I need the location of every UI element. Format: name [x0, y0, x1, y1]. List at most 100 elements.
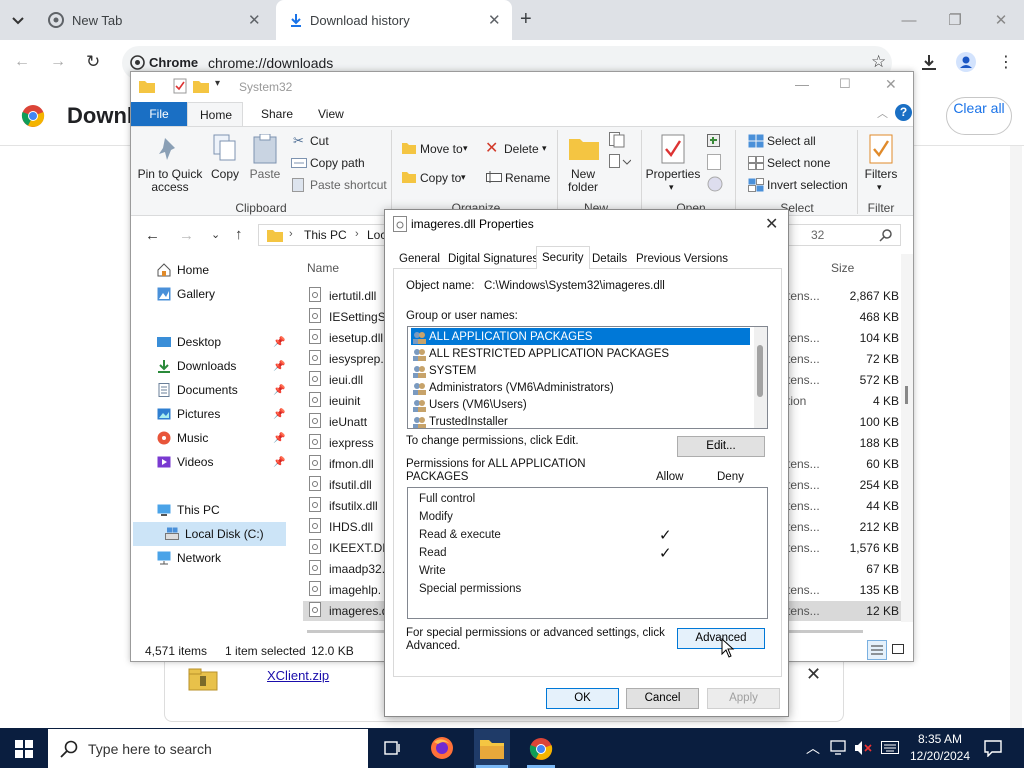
nav-item-local-disk[interactable]: Local Disk (C:): [165, 527, 264, 541]
file-list-scrollbar[interactable]: [901, 254, 913, 622]
nav-item-desktop[interactable]: Desktop: [157, 335, 221, 349]
nav-item-downloads[interactable]: Downloads: [157, 359, 236, 373]
copy-button[interactable]: Copy: [205, 168, 245, 181]
paste-shortcut-button[interactable]: Paste shortcut: [310, 178, 387, 192]
pin-icon[interactable]: 📌: [273, 457, 285, 468]
nav-item-network[interactable]: Network: [157, 551, 221, 565]
nav-item-videos[interactable]: Videos: [157, 455, 213, 469]
open-icon[interactable]: [707, 132, 729, 148]
invert-selection-button[interactable]: Invert selection: [767, 178, 848, 192]
close-tab-icon[interactable]: ✕: [488, 11, 501, 29]
network-status-icon[interactable]: [830, 740, 848, 756]
dialog-close-icon[interactable]: ✕: [765, 214, 778, 234]
task-view-icon[interactable]: [382, 739, 402, 757]
list-item[interactable]: ALL RESTRICTED APPLICATION PACKAGES: [412, 345, 669, 362]
new-folder-quick-icon[interactable]: [193, 79, 209, 93]
edit-icon[interactable]: [707, 154, 721, 170]
explorer-maximize-icon[interactable]: ☐: [839, 76, 851, 92]
copy-path-button[interactable]: Copy path: [310, 156, 365, 170]
column-header-name[interactable]: Name: [307, 261, 339, 275]
list-item[interactable]: Users (VM6\Users): [412, 396, 527, 413]
chrome-menu-icon[interactable]: ⋮: [998, 52, 1014, 72]
page-scrollbar[interactable]: [1010, 146, 1022, 728]
keyboard-icon[interactable]: [881, 741, 899, 755]
tab-share[interactable]: Share: [249, 102, 305, 126]
column-header-size[interactable]: Size: [831, 261, 854, 275]
tab-search-icon[interactable]: [8, 10, 28, 30]
path-this-pc[interactable]: This PC: [304, 228, 347, 242]
clock-date[interactable]: 12/20/2024: [908, 749, 972, 763]
tab-details[interactable]: Details: [592, 250, 627, 269]
ok-button[interactable]: OK: [546, 688, 619, 709]
paste-button[interactable]: Paste: [245, 168, 285, 181]
pin-icon[interactable]: 📌: [273, 433, 285, 444]
properties-quick-icon[interactable]: [173, 78, 187, 94]
filters-dropdown-icon[interactable]: ▾: [877, 182, 882, 193]
select-none-button[interactable]: Select none: [767, 156, 830, 170]
nav-item-pictures[interactable]: Pictures: [157, 407, 220, 421]
large-icons-view-button[interactable]: [891, 642, 905, 659]
new-tab-icon[interactable]: +: [520, 8, 532, 31]
explorer-back-icon[interactable]: ←: [145, 227, 160, 244]
close-window-icon[interactable]: ✕: [978, 0, 1024, 40]
tab-file[interactable]: File: [131, 102, 187, 126]
chrome-taskbar-icon[interactable]: [529, 737, 553, 761]
address-text[interactable]: chrome://downloads: [208, 55, 333, 71]
tab-download-history[interactable]: Download history ✕: [276, 0, 512, 40]
forward-icon[interactable]: →: [50, 53, 66, 71]
clear-all-button[interactable]: Clear all: [946, 97, 1012, 135]
cut-button[interactable]: Cut: [310, 134, 329, 148]
search-icon[interactable]: [879, 229, 892, 242]
rename-button[interactable]: Rename: [505, 171, 550, 185]
new-item-icon[interactable]: [609, 132, 631, 148]
up-folder-icon[interactable]: ↑: [235, 226, 243, 243]
downloads-icon[interactable]: [920, 53, 938, 71]
tab-view[interactable]: View: [306, 102, 356, 126]
help-icon[interactable]: ?: [895, 104, 912, 121]
delete-button[interactable]: Delete: [504, 142, 539, 156]
nav-item-music[interactable]: Music: [157, 431, 208, 445]
copy-to-button[interactable]: Copy to: [420, 171, 461, 185]
list-item[interactable]: TrustedInstaller: [412, 413, 508, 428]
tab-home[interactable]: Home: [187, 102, 243, 126]
explorer-close-icon[interactable]: ✕: [885, 76, 897, 93]
new-folder-button[interactable]: New folder: [561, 168, 605, 194]
move-to-button[interactable]: Move to: [420, 142, 463, 156]
tab-security[interactable]: Security: [536, 246, 590, 270]
explorer-minimize-icon[interactable]: —: [795, 76, 809, 92]
volume-muted-icon[interactable]: [854, 740, 872, 756]
recent-locations-icon[interactable]: ⌄: [211, 228, 220, 241]
nav-item-documents[interactable]: Documents: [157, 383, 238, 397]
copy-to-dropdown-icon[interactable]: ▾: [461, 172, 466, 183]
bookmark-star-icon[interactable]: ☆: [871, 52, 886, 72]
nav-item-gallery[interactable]: Gallery: [157, 287, 215, 301]
pin-icon[interactable]: 📌: [273, 361, 285, 372]
reload-icon[interactable]: ↻: [86, 52, 100, 72]
delete-dropdown-icon[interactable]: ▾: [542, 143, 547, 154]
history-icon[interactable]: [707, 176, 723, 192]
file-list-scroll-thumb[interactable]: [905, 386, 908, 404]
cancel-button[interactable]: Cancel: [626, 688, 699, 709]
list-item[interactable]: Administrators (VM6\Administrators): [412, 379, 614, 396]
minimize-icon[interactable]: —: [886, 0, 932, 40]
tab-previous-versions[interactable]: Previous Versions: [636, 250, 728, 269]
properties-button[interactable]: Properties: [643, 168, 703, 181]
tab-new-tab[interactable]: New Tab ✕: [34, 0, 272, 40]
pin-quick-access-button[interactable]: Pin to Quick access: [137, 168, 203, 194]
remove-download-icon[interactable]: ✕: [806, 664, 821, 685]
easy-access-icon[interactable]: [609, 154, 631, 170]
clock-time[interactable]: 8:35 AM: [912, 732, 968, 746]
properties-dropdown-icon[interactable]: ▾: [669, 182, 674, 193]
nav-item-home[interactable]: Home: [157, 263, 209, 277]
list-item[interactable]: SYSTEM: [412, 362, 476, 379]
explorer-forward-icon[interactable]: →: [179, 227, 194, 244]
download-file-link[interactable]: XClient.zip: [267, 668, 329, 683]
group-list-scroll-thumb[interactable]: [757, 345, 763, 397]
select-all-button[interactable]: Select all: [767, 134, 816, 148]
pin-icon[interactable]: 📌: [273, 409, 285, 420]
tab-digital-signatures[interactable]: Digital Signatures: [448, 250, 538, 269]
close-tab-icon[interactable]: ✕: [248, 11, 261, 29]
apply-button[interactable]: Apply: [707, 688, 780, 709]
pin-icon[interactable]: 📌: [273, 337, 285, 348]
restore-icon[interactable]: ❐: [932, 0, 978, 40]
